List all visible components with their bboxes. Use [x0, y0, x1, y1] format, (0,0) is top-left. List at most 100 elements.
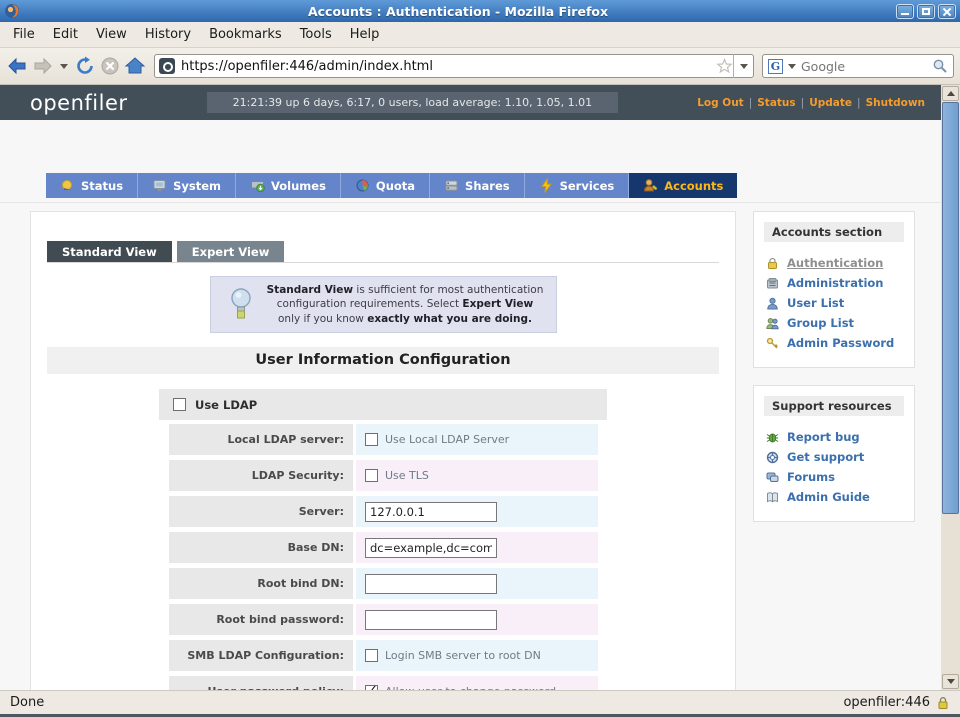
report-bug-label: Report bug: [787, 430, 860, 444]
book-icon: [766, 491, 779, 504]
status-text: Done: [10, 695, 843, 710]
tab-shares[interactable]: Shares: [429, 173, 524, 198]
menu-help[interactable]: Help: [341, 24, 389, 45]
form-row-root-bind-dn: Root bind DN:: [169, 568, 598, 599]
url-input[interactable]: [181, 59, 716, 74]
smb-login-checkbox[interactable]: [365, 649, 378, 662]
stop-button[interactable]: [100, 52, 120, 80]
smb-ldap-label: SMB LDAP Configuration:: [169, 640, 353, 671]
menu-view[interactable]: View: [87, 24, 136, 45]
form-row-smb-ldap: SMB LDAP Configuration: Login SMB server…: [169, 640, 598, 671]
url-dropdown-button[interactable]: [733, 54, 753, 78]
menu-edit[interactable]: Edit: [44, 24, 87, 45]
use-tls-checkbox[interactable]: [365, 469, 378, 482]
search-bar[interactable]: G: [762, 54, 954, 78]
form-row-password-policy: User password policy: Allow user to chan…: [169, 676, 598, 690]
server-field[interactable]: [365, 502, 497, 522]
quota-icon: [355, 178, 370, 193]
forward-button[interactable]: [32, 52, 54, 80]
bookmark-star-icon[interactable]: [716, 58, 733, 74]
tab-standard-view[interactable]: Standard View: [47, 241, 172, 262]
search-input[interactable]: [801, 59, 929, 74]
scrollbar-thumb[interactable]: [942, 102, 959, 514]
tab-expert-view[interactable]: Expert View: [177, 241, 285, 262]
server-label: Server:: [169, 496, 353, 527]
home-button[interactable]: [124, 52, 146, 80]
sidebar-item-forums[interactable]: Forums: [764, 467, 904, 487]
logout-link[interactable]: Log Out: [697, 97, 744, 109]
sidebar-item-user-list[interactable]: User List: [764, 293, 904, 313]
ldap-form: Use LDAP Local LDAP server: Use Local LD…: [159, 389, 607, 690]
menu-file[interactable]: File: [4, 24, 44, 45]
update-link[interactable]: Update: [809, 97, 852, 109]
page-title: User Information Configuration: [47, 347, 719, 374]
search-engine-dropdown-icon[interactable]: [788, 64, 796, 69]
root-bind-dn-field[interactable]: [365, 574, 497, 594]
tab-volumes-label: Volumes: [271, 179, 326, 193]
tab-system-label: System: [173, 179, 221, 193]
close-button[interactable]: [938, 4, 956, 19]
security-lock-icon[interactable]: [936, 696, 950, 710]
root-bind-password-field[interactable]: [365, 610, 497, 630]
search-magnifier-icon[interactable]: [932, 58, 948, 74]
accounts-section-title: Accounts section: [764, 222, 904, 242]
root-bind-password-label: Root bind password:: [169, 604, 353, 635]
sidebar-item-admin-guide[interactable]: Admin Guide: [764, 487, 904, 507]
shutdown-link[interactable]: Shutdown: [866, 97, 925, 109]
local-ldap-label: Local LDAP server:: [169, 424, 353, 455]
info-bold-exactly: exactly what you are doing.: [367, 313, 532, 325]
back-button[interactable]: [6, 52, 28, 80]
minimize-button[interactable]: [896, 4, 914, 19]
tab-status-label: Status: [81, 179, 123, 193]
maximize-button[interactable]: [917, 4, 935, 19]
authentication-label: Authentication: [787, 256, 883, 270]
sidebar-item-report-bug[interactable]: Report bug: [764, 427, 904, 447]
info-text: Standard View is sufficient for most aut…: [267, 283, 544, 326]
form-row-root-bind-password: Root bind password:: [169, 604, 598, 635]
tab-services[interactable]: Services: [524, 173, 629, 198]
tab-quota[interactable]: Quota: [340, 173, 429, 198]
reload-button[interactable]: [74, 52, 96, 80]
form-row-base-dn: Base DN:: [169, 532, 598, 563]
tab-status[interactable]: Status: [46, 173, 137, 198]
tab-system[interactable]: System: [137, 173, 235, 198]
lifebuoy-icon: [766, 451, 779, 464]
group-icon: [766, 317, 779, 330]
use-local-ldap-checkbox[interactable]: [365, 433, 378, 446]
site-identity: openfiler:446: [843, 695, 930, 710]
base-dn-field[interactable]: [365, 538, 497, 558]
sidebar: Accounts section Authentication: [753, 211, 915, 539]
sidebar-item-group-list[interactable]: Group List: [764, 313, 904, 333]
header-links: Log Out| Status| Update| Shutdown: [697, 97, 925, 109]
tab-services-label: Services: [560, 179, 615, 193]
main-nav-tabs: Status System: [46, 173, 737, 198]
info-box: Standard View is sufficient for most aut…: [210, 276, 557, 333]
view-tabstrip: Standard View Expert View: [47, 212, 719, 263]
menu-bookmarks[interactable]: Bookmarks: [200, 24, 291, 45]
sidebar-item-get-support[interactable]: Get support: [764, 447, 904, 467]
sidebar-item-authentication[interactable]: Authentication: [764, 253, 904, 273]
history-dropdown-icon[interactable]: [60, 64, 68, 69]
uptime-status: 21:21:39 up 6 days, 6:17, 0 users, load …: [207, 92, 618, 113]
tab-accounts[interactable]: Accounts: [628, 173, 737, 198]
smb-login-text: Login SMB server to root DN: [385, 649, 541, 662]
tab-quota-label: Quota: [376, 179, 415, 193]
vertical-scrollbar[interactable]: [941, 85, 960, 690]
accounts-icon: [643, 178, 658, 193]
sidebar-item-administration[interactable]: Administration: [764, 273, 904, 293]
system-icon: [152, 178, 167, 193]
menu-history[interactable]: History: [136, 24, 200, 45]
form-row-server: Server:: [169, 496, 598, 527]
key-icon: [766, 337, 779, 350]
use-local-ldap-text: Use Local LDAP Server: [385, 433, 509, 446]
tab-volumes[interactable]: Volumes: [235, 173, 340, 198]
use-ldap-checkbox[interactable]: [173, 398, 186, 411]
scroll-up-button[interactable]: [942, 86, 959, 101]
scroll-down-button[interactable]: [942, 674, 959, 689]
info-bold-expert: Expert View: [462, 298, 533, 310]
menu-tools[interactable]: Tools: [291, 24, 341, 45]
site-header: openfiler 21:21:39 up 6 days, 6:17, 0 us…: [0, 85, 941, 120]
sidebar-item-admin-password[interactable]: Admin Password: [764, 333, 904, 353]
status-link[interactable]: Status: [757, 97, 795, 109]
url-bar[interactable]: [154, 54, 754, 78]
